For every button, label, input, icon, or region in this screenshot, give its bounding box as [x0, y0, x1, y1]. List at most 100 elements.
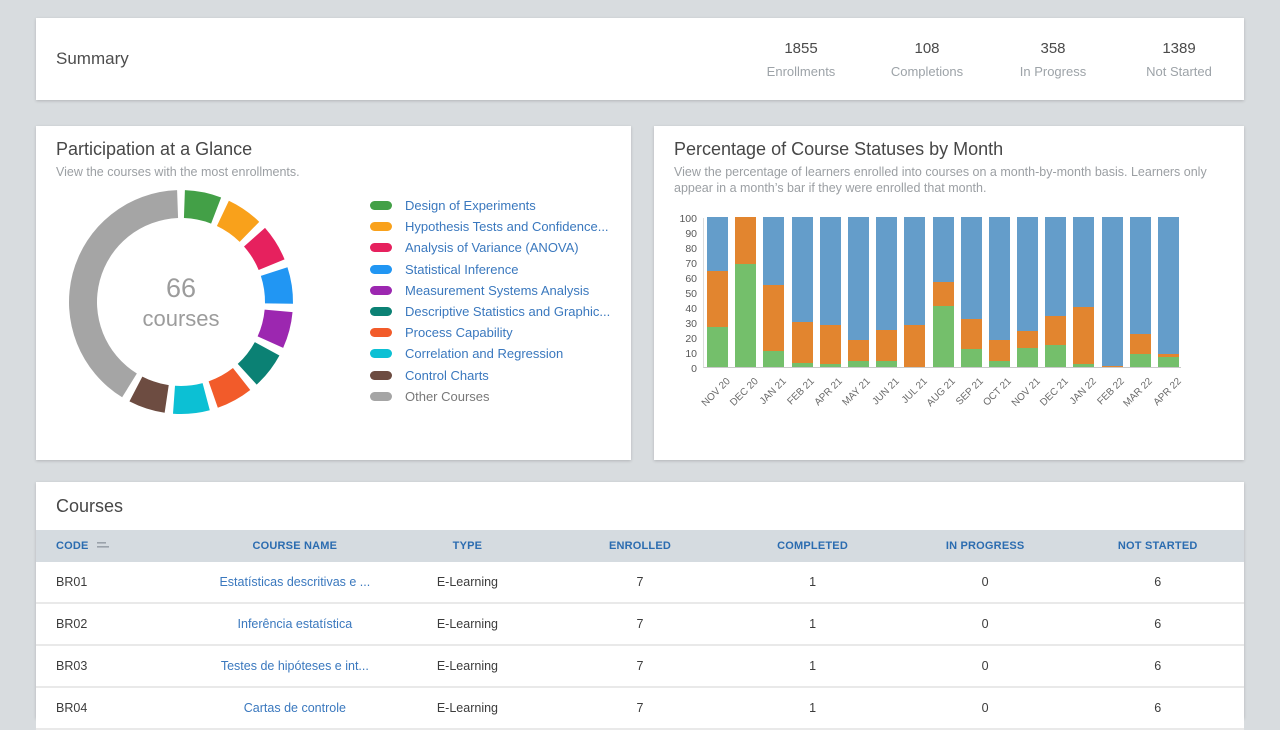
summary-stat-completions: 108Completions — [864, 40, 990, 79]
stacked-bar-chart — [703, 218, 1181, 368]
bar-segment-in-progress — [933, 282, 954, 306]
x-tick-label: APR 22 — [1151, 376, 1183, 408]
column-header-code[interactable]: CODE — [36, 540, 209, 553]
summary-stat-in-progress: 358In Progress — [990, 40, 1116, 79]
cell-not-started: 6 — [1071, 659, 1244, 673]
table-row: BR04Cartas de controleE-Learning7106 — [36, 688, 1244, 730]
column-header-enrolled[interactable]: ENROLLED — [554, 540, 727, 552]
donut-legend-item[interactable]: Correlation and Regression — [370, 343, 610, 364]
stacked-bar-jul-21 — [904, 217, 925, 367]
donut-legend-item[interactable]: Design of Experiments — [370, 195, 610, 216]
stacked-bar-apr-22 — [1158, 217, 1179, 367]
bar-segment-not-started — [792, 217, 813, 322]
bar-segment-not-started — [1017, 217, 1038, 331]
cell-code: BR02 — [36, 617, 209, 631]
stat-label: In Progress — [990, 64, 1116, 79]
y-tick-label: 10 — [671, 348, 697, 360]
legend-label: Control Charts — [405, 368, 489, 383]
legend-swatch — [370, 222, 392, 231]
bar-segment-completed — [933, 306, 954, 368]
donut-legend-item[interactable]: Statistical Inference — [370, 259, 610, 280]
x-tick-label: AUG 21 — [925, 376, 958, 409]
bar-segment-not-started — [763, 217, 784, 285]
table-body: BR01Estatísticas descritivas e ...E-Lear… — [36, 562, 1244, 730]
donut-legend-item[interactable]: Control Charts — [370, 365, 610, 386]
stacked-bar-mar-22 — [1130, 217, 1151, 367]
cell-enrolled: 7 — [554, 701, 727, 715]
donut-segment — [129, 377, 168, 413]
column-header-course-name[interactable]: COURSE NAME — [209, 540, 382, 552]
stacked-bar-nov-20 — [707, 217, 728, 367]
stat-value: 1855 — [738, 40, 864, 57]
y-tick-label: 60 — [671, 273, 697, 285]
donut-legend-item[interactable]: Process Capability — [370, 322, 610, 343]
column-header-not-started[interactable]: NOT STARTED — [1071, 540, 1244, 552]
column-header-label: COMPLETED — [777, 540, 848, 552]
column-header-label: NOT STARTED — [1118, 540, 1198, 552]
cell-type: E-Learning — [381, 617, 554, 631]
x-tick-label: OCT 21 — [982, 376, 1014, 408]
column-header-label: CODE — [56, 540, 89, 552]
donut-legend-item[interactable]: Measurement Systems Analysis — [370, 280, 610, 301]
legend-swatch — [370, 371, 392, 380]
column-header-label: ENROLLED — [609, 540, 671, 552]
cell-in-progress: 0 — [899, 575, 1072, 589]
sort-icon[interactable] — [96, 540, 110, 553]
bar-segment-in-progress — [904, 325, 925, 367]
donut-chart: 66 courses — [61, 182, 301, 422]
legend-label: Other Courses — [405, 389, 490, 404]
bar-segment-in-progress — [848, 340, 869, 361]
donut-legend-item: Other Courses — [370, 386, 610, 407]
column-header-label: TYPE — [453, 540, 483, 552]
cell-not-started: 6 — [1071, 701, 1244, 715]
column-header-completed[interactable]: COMPLETED — [726, 540, 899, 552]
cell-course-name[interactable]: Estatísticas descritivas e ... — [209, 575, 382, 589]
bar-segment-completed — [792, 363, 813, 368]
column-header-in-progress[interactable]: IN PROGRESS — [899, 540, 1072, 552]
donut-legend-item[interactable]: Descriptive Statistics and Graphic... — [370, 301, 610, 322]
legend-label: Hypothesis Tests and Confidence... — [405, 219, 609, 234]
stacked-bar-dec-20 — [735, 217, 756, 367]
x-tick-label: JAN 21 — [758, 376, 789, 407]
statuses-subtitle: View the percentage of learners enrolled… — [674, 164, 1236, 196]
bar-segment-in-progress — [961, 319, 982, 349]
legend-swatch — [370, 201, 392, 210]
cell-in-progress: 0 — [899, 659, 1072, 673]
bar-segment-not-started — [1073, 217, 1094, 307]
cell-completed: 1 — [726, 659, 899, 673]
cell-completed: 1 — [726, 617, 899, 631]
bar-segment-completed — [763, 351, 784, 368]
x-tick-label: DEC 21 — [1038, 376, 1071, 409]
donut-segment — [184, 190, 221, 224]
participation-title: Participation at a Glance — [56, 139, 252, 160]
cell-course-name[interactable]: Inferência estatística — [209, 617, 382, 631]
donut-legend-item[interactable]: Hypothesis Tests and Confidence... — [370, 216, 610, 237]
bar-segment-not-started — [904, 217, 925, 325]
bar-segment-in-progress — [1073, 307, 1094, 364]
x-tick-label: APR 21 — [813, 376, 845, 408]
bar-segment-completed — [989, 361, 1010, 367]
column-header-type[interactable]: TYPE — [381, 540, 554, 552]
y-tick-label: 80 — [671, 243, 697, 255]
stacked-bar-jan-22 — [1073, 217, 1094, 367]
summary-stats: 1855Enrollments108Completions358In Progr… — [738, 18, 1242, 100]
stacked-bar-feb-22 — [1102, 217, 1123, 367]
cell-course-name[interactable]: Cartas de controle — [209, 701, 382, 715]
legend-label: Descriptive Statistics and Graphic... — [405, 304, 610, 319]
legend-swatch — [370, 392, 392, 401]
column-header-label: IN PROGRESS — [946, 540, 1025, 552]
summary-stat-enrollments: 1855Enrollments — [738, 40, 864, 79]
legend-label: Statistical Inference — [405, 262, 518, 277]
bar-segment-not-started — [1130, 217, 1151, 334]
bar-segment-not-started — [933, 217, 954, 282]
cell-course-name[interactable]: Testes de hipóteses e int... — [209, 659, 382, 673]
bar-segment-in-progress — [792, 322, 813, 363]
donut-legend-item[interactable]: Analysis of Variance (ANOVA) — [370, 237, 610, 258]
stacked-bar-dec-21 — [1045, 217, 1066, 367]
donut-segment — [238, 342, 280, 384]
bar-segment-in-progress — [735, 217, 756, 264]
stat-label: Not Started — [1116, 64, 1242, 79]
bar-segment-completed — [1017, 348, 1038, 368]
bar-segment-completed — [961, 349, 982, 367]
cell-code: BR03 — [36, 659, 209, 673]
